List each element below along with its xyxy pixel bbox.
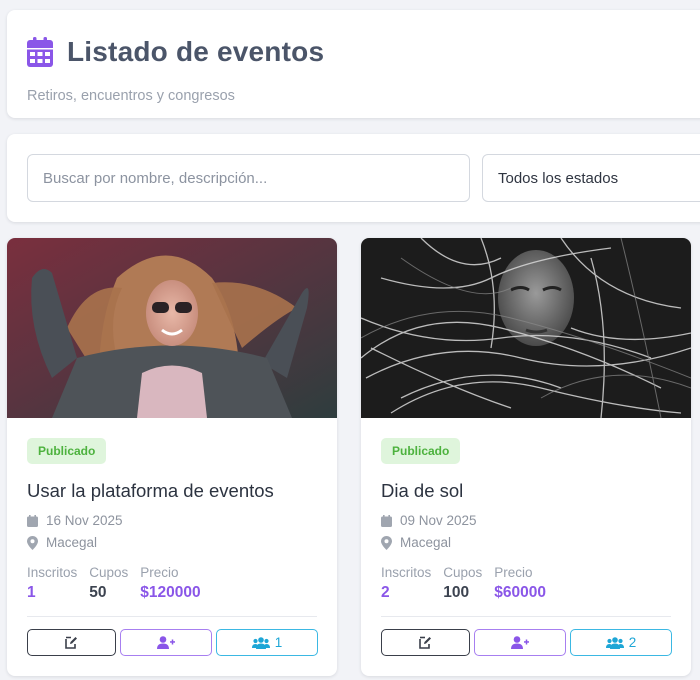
event-image[interactable]	[7, 238, 337, 418]
stat-label: Inscritos	[381, 565, 432, 580]
event-stats: Inscritos 1 Cupos 50 Precio $120000	[27, 565, 213, 602]
stat-label: Inscritos	[27, 565, 78, 580]
stat-value: 1	[27, 584, 36, 601]
stat-label: Precio	[140, 565, 179, 580]
stat-inscritos: Inscritos 2	[381, 565, 431, 602]
stat-value: 50	[89, 584, 107, 601]
divider	[27, 616, 317, 617]
filter-bar: Todos los estados	[7, 134, 700, 222]
add-attendee-button[interactable]	[474, 629, 566, 656]
edit-button[interactable]	[381, 629, 470, 656]
event-location: Macegal	[381, 535, 451, 550]
map-pin-icon	[27, 535, 38, 550]
attendees-button[interactable]: 1	[216, 629, 318, 656]
status-badge: Publicado	[381, 438, 461, 464]
event-location: Macegal	[27, 535, 97, 550]
stat-label: Cupos	[89, 565, 129, 580]
event-image[interactable]	[361, 238, 691, 418]
calendar-small-icon	[381, 514, 392, 527]
stat-value: $120000	[140, 584, 201, 601]
event-card: Publicado Usar la plataforma de eventos …	[7, 238, 337, 676]
event-date: 16 Nov 2025	[27, 513, 123, 528]
stat-inscritos: Inscritos 1	[27, 565, 77, 602]
event-title[interactable]: Dia de sol	[381, 480, 463, 502]
attendees-count: 1	[274, 635, 283, 650]
user-plus-icon	[511, 636, 529, 649]
stat-label: Cupos	[443, 565, 483, 580]
stat-value: $60000	[494, 584, 547, 601]
stat-precio: Precio $120000	[140, 565, 200, 602]
status-select-value: Todos los estados	[498, 169, 619, 187]
stat-precio: Precio $60000	[494, 565, 546, 602]
event-location-text: Macegal	[46, 535, 98, 550]
attendees-count: 2	[628, 635, 637, 650]
page-subtitle: Retiros, encuentros y congresos	[27, 88, 235, 104]
calendar-icon	[27, 37, 53, 67]
page-header: Listado de eventos Retiros, encuentros y…	[7, 10, 700, 118]
users-icon	[251, 636, 270, 649]
attendees-button[interactable]: 2	[570, 629, 672, 656]
calendar-small-icon	[27, 514, 38, 527]
map-pin-icon	[381, 535, 392, 550]
stat-cupos: Cupos 100	[443, 565, 482, 602]
event-date-text: 16 Nov 2025	[46, 513, 123, 528]
edit-icon	[65, 636, 77, 649]
event-card: Publicado Dia de sol 09 Nov 2025 Macegal…	[361, 238, 691, 676]
user-plus-icon	[157, 636, 175, 649]
event-date-text: 09 Nov 2025	[400, 513, 477, 528]
event-actions: 1	[27, 629, 318, 656]
event-stats: Inscritos 2 Cupos 100 Precio $60000	[381, 565, 558, 602]
users-icon	[605, 636, 624, 649]
page-title: Listado de eventos	[67, 36, 325, 67]
stat-value: 2	[381, 584, 390, 601]
stat-cupos: Cupos 50	[89, 565, 128, 602]
add-attendee-button[interactable]	[120, 629, 212, 656]
stat-label: Precio	[494, 565, 533, 580]
event-actions: 2	[381, 629, 672, 656]
event-date: 09 Nov 2025	[381, 513, 477, 528]
status-select[interactable]: Todos los estados	[482, 154, 700, 202]
divider	[381, 616, 671, 617]
page-title-row: Listado de eventos	[27, 36, 324, 68]
stat-value: 100	[443, 584, 470, 601]
edit-button[interactable]	[27, 629, 116, 656]
status-badge: Publicado	[27, 438, 107, 464]
event-title[interactable]: Usar la plataforma de eventos	[27, 480, 274, 502]
event-location-text: Macegal	[400, 535, 452, 550]
edit-icon	[419, 636, 431, 649]
search-input[interactable]	[27, 154, 470, 202]
